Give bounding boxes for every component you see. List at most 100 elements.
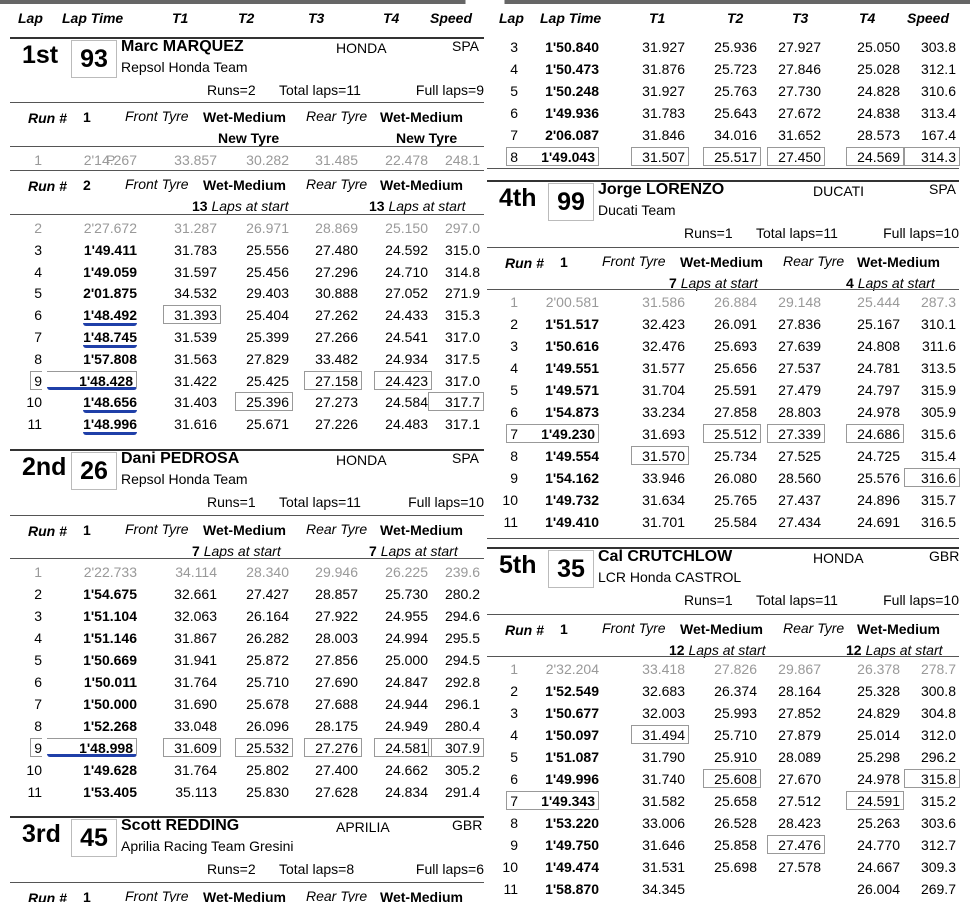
sector-t3: 27.525 <box>778 448 821 464</box>
lap-time: 2'00.581 <box>545 294 599 310</box>
sector-t4: 24.847 <box>385 674 428 690</box>
lap-time: 2'01.875 <box>83 285 137 302</box>
rider-full-laps: Full laps=10 <box>883 225 959 241</box>
sector-t2: 27.858 <box>714 404 757 420</box>
sector-t3: 27.730 <box>778 83 821 99</box>
col-t2: T2 <box>727 10 744 26</box>
sector-t3: 29.867 <box>778 661 821 677</box>
sector-t1: 33.006 <box>642 815 685 831</box>
sector-t1: 32.683 <box>642 683 685 699</box>
sector-t4: 24.710 <box>385 263 428 280</box>
lap-number: 9 <box>30 738 42 757</box>
lap-row: 10 1'49.628 31.764 25.802 27.400 24.662 305.2 <box>10 760 484 782</box>
sector-t1: 31.783 <box>642 105 685 121</box>
sector-speed: 311.6 <box>922 338 956 354</box>
rider-total-laps: Total laps=11 <box>279 494 361 510</box>
lap-time: 1'49.732 <box>545 492 599 508</box>
lap-time: 1'49.411 <box>83 241 137 258</box>
rider-runs: Runs=1 <box>684 592 733 608</box>
lap-row: 10 1'48.656 31.403 25.396 27.273 24.584 317.7 <box>10 392 484 414</box>
sector-t3: 27.628 <box>315 784 358 800</box>
rider-team: LCR Honda CASTROL <box>598 569 742 585</box>
lap-row: 8 1'57.808 31.563 27.829 33.482 24.934 317.5 <box>10 349 484 371</box>
sector-t4: 24.483 <box>385 416 428 433</box>
lap-row: 8 1'49.043 31.507 25.517 27.450 24.569 314.3 <box>487 147 960 169</box>
sector-t1: 31.701 <box>642 514 685 530</box>
sector-speed: 296.1 <box>444 696 480 712</box>
col-lap-time: Lap Time <box>62 10 124 26</box>
lap-time: 1'48.996 <box>83 416 137 436</box>
sector-t3: 27.273 <box>315 394 358 411</box>
sector-t4: 24.781 <box>857 360 900 376</box>
rider-number: 26 <box>71 452 117 490</box>
lap-number: 3 <box>510 705 518 721</box>
lap-number: 4 <box>34 630 42 646</box>
lap-number: 3 <box>510 338 518 354</box>
sector-speed: 269.7 <box>920 881 956 897</box>
lap-row: 5 2'01.875 34.532 29.403 30.888 27.052 271.9 <box>10 283 484 305</box>
sector-t3: 27.922 <box>315 608 358 624</box>
sector-t3: 28.869 <box>315 220 358 236</box>
sector-t3: 28.003 <box>315 630 358 646</box>
sector-t1: 33.048 <box>174 718 217 734</box>
lap-time: 1'51.517 <box>545 316 599 332</box>
rider-divider <box>10 37 484 39</box>
sector-t3: 27.476 <box>767 835 825 854</box>
front-tyre-label: Front Tyre <box>125 521 189 537</box>
sector-t4: 25.328 <box>857 683 900 699</box>
sector-t2: 25.556 <box>246 241 289 258</box>
sector-speed: 239.6 <box>444 564 480 580</box>
lap-time: 1'49.410 <box>545 514 599 530</box>
front-tyre-label: Front Tyre <box>602 620 666 636</box>
lap-number: 2 <box>510 316 518 332</box>
rider-team: Aprilia Racing Team Gresini <box>121 838 294 854</box>
rear-tyre-label: Rear Tyre <box>783 620 845 636</box>
front-laps-count: 13 <box>192 198 208 214</box>
lap-number: 9 <box>510 470 518 486</box>
lap-time: 1'49.571 <box>545 382 599 398</box>
sector-t2: 25.584 <box>714 514 757 530</box>
lap-time: 1'48.998 <box>47 738 137 757</box>
sector-t4: 24.978 <box>857 771 900 787</box>
sector-t1: 34.345 <box>642 881 685 897</box>
rider-name: Marc MARQUEZ <box>121 38 244 55</box>
col-t2: T2 <box>238 10 255 26</box>
rear-tyre-value: Wet-Medium <box>380 177 463 193</box>
lap-number: 6 <box>510 105 518 121</box>
lap-number: 4 <box>34 263 42 280</box>
lap-number: 6 <box>34 674 42 690</box>
sector-t4: 24.834 <box>385 784 428 800</box>
run-label: Run # <box>28 523 67 539</box>
sector-speed: 315.2 <box>920 793 956 809</box>
section-divider <box>487 168 959 169</box>
rider-full-laps: Full laps=9 <box>415 82 484 98</box>
rider-runs: Runs=2 <box>207 82 256 98</box>
sector-t4: 24.725 <box>857 448 900 464</box>
rider-make: DUCATI <box>813 183 865 199</box>
lap-number: 9 <box>30 370 42 390</box>
sector-speed: 292.8 <box>444 674 480 690</box>
sector-t4: 24.808 <box>857 338 900 354</box>
lap-time: 1'49.343 <box>509 791 599 810</box>
run-label: Run # <box>28 890 67 902</box>
lap-row: 8 1'53.220 33.006 26.528 28.423 25.263 303.6 <box>487 813 959 835</box>
sector-t1: 31.597 <box>174 263 217 280</box>
sector-t3: 28.423 <box>778 815 821 831</box>
col-lap: Lap <box>18 10 43 26</box>
sector-t2: 25.396 <box>235 392 293 412</box>
sector-t3: 27.437 <box>778 492 821 508</box>
rider-make: HONDA <box>336 452 387 468</box>
sector-t3: 28.857 <box>315 586 358 602</box>
sector-t4: 28.573 <box>857 127 900 143</box>
sector-t2: 30.282 <box>246 152 289 168</box>
lap-time: 1'49.043 <box>509 147 599 166</box>
lap-time: 1'49.554 <box>545 448 599 464</box>
lap-row: 2 1'51.517 32.423 26.091 27.836 25.167 310.1 <box>487 314 959 336</box>
lap-time: 1'50.097 <box>545 727 599 743</box>
sector-t2: 25.723 <box>714 61 757 77</box>
rider-nation: SPA <box>452 38 479 54</box>
lap-row: 5 1'50.669 31.941 25.872 27.856 25.000 294.5 <box>10 650 484 672</box>
sector-t2: 26.282 <box>246 630 289 646</box>
sector-t4: 24.944 <box>385 696 428 712</box>
rider-runs: Runs=1 <box>207 494 256 510</box>
